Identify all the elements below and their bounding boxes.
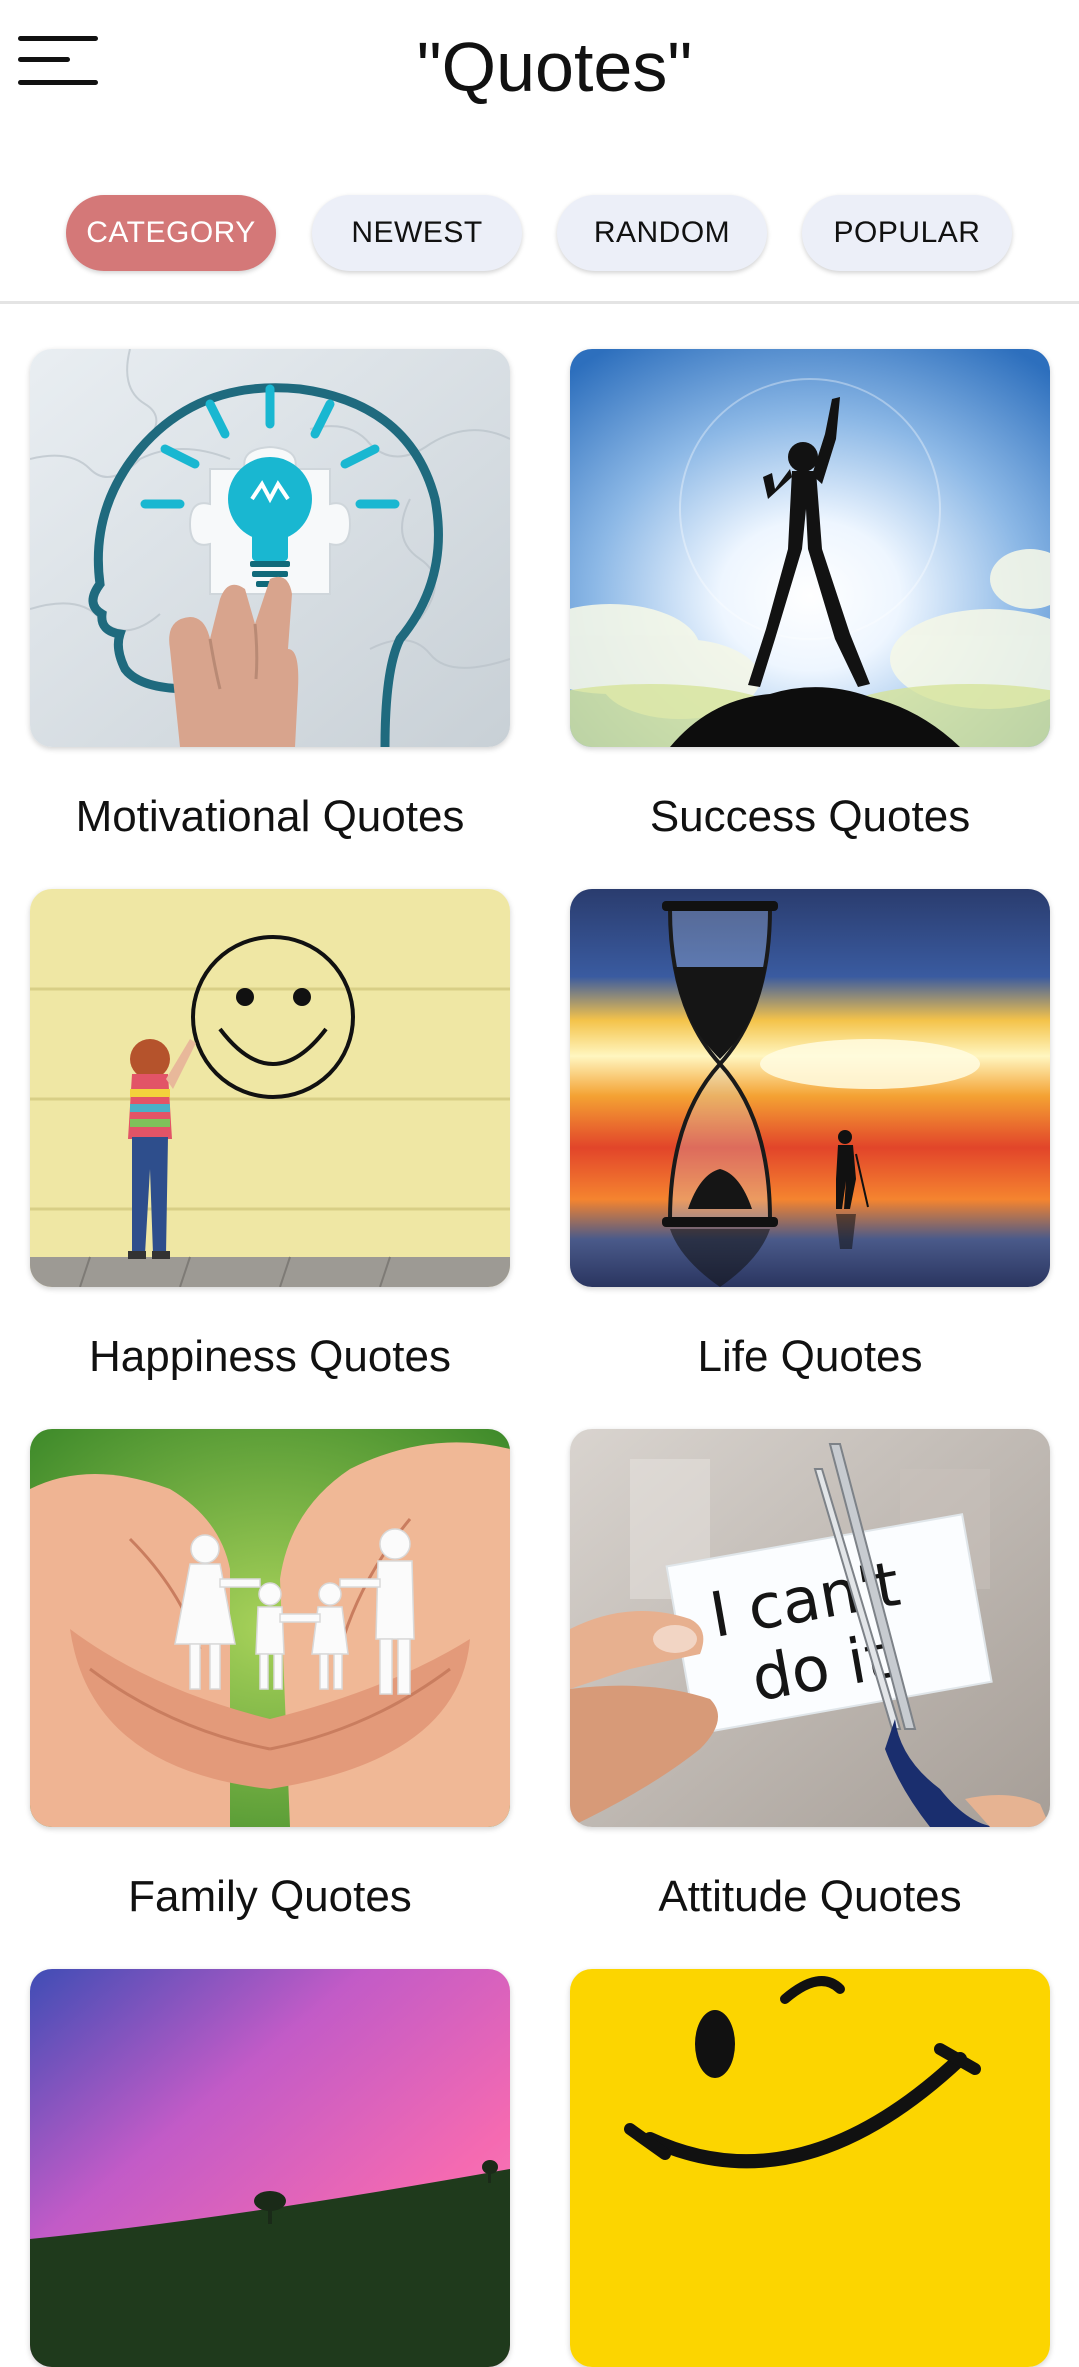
category-label: Success Quotes — [649, 792, 971, 841]
filter-tabs: CATEGORY NEWEST RANDOM POPULAR — [0, 195, 1079, 271]
tab-category[interactable]: CATEGORY — [66, 195, 276, 271]
tab-popular[interactable]: POPULAR — [802, 195, 1012, 271]
child-drawing-smiley-image — [30, 889, 510, 1287]
category-label: Happiness Quotes — [89, 1332, 451, 1381]
hourglass-sunset-image — [570, 889, 1050, 1287]
yellow-winking-smiley-image — [570, 1969, 1050, 2367]
page-title: "Quotes" — [416, 28, 693, 106]
tab-random[interactable]: RANDOM — [557, 195, 767, 271]
pink-sky-hill-tree-image — [30, 1969, 510, 2367]
cutting-i-cant-do-it-image: I can't do it — [570, 1429, 1050, 1827]
category-label: Motivational Quotes — [75, 792, 465, 841]
header-divider — [0, 301, 1079, 304]
app-header: "Quotes" — [0, 0, 1079, 150]
silhouette-mountain-peak-image — [570, 349, 1050, 747]
tab-newest[interactable]: NEWEST — [312, 195, 522, 271]
category-label: Attitude Quotes — [658, 1872, 962, 1921]
category-label: Life Quotes — [697, 1332, 923, 1381]
paper-family-in-hands-image — [30, 1429, 510, 1827]
lightbulb-head-puzzle-image — [30, 349, 510, 747]
category-label: Family Quotes — [128, 1872, 412, 1921]
